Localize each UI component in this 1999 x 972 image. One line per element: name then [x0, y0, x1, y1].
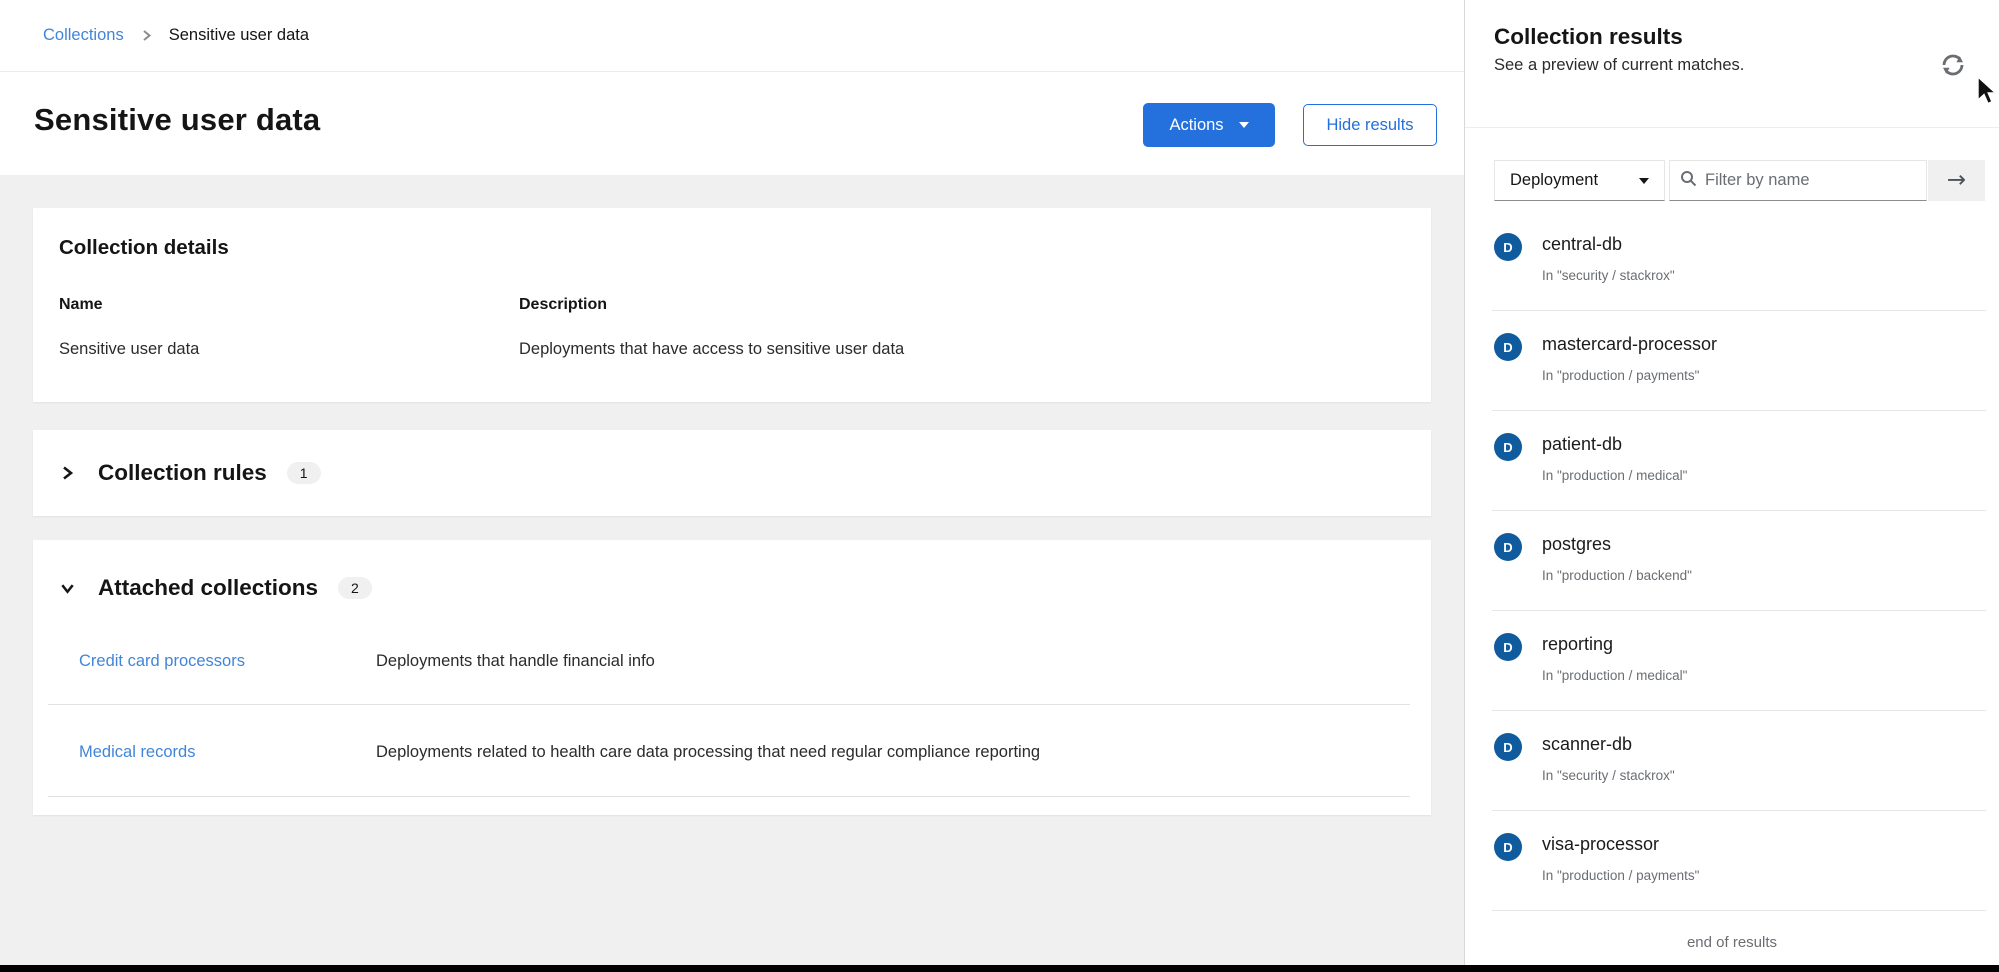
result-divider	[1492, 710, 1986, 711]
refresh-icon	[1940, 52, 1966, 81]
result-divider	[1492, 610, 1986, 611]
attached-collection-description: Deployments that handle financial info	[376, 652, 655, 671]
attached-collection-link[interactable]: Medical records	[79, 743, 195, 762]
entity-type-select[interactable]: Deployment	[1494, 160, 1665, 201]
collection-details-card: Collection details Name Description Sens…	[33, 208, 1431, 402]
deployment-icon: D	[1494, 633, 1522, 661]
result-divider	[1492, 410, 1986, 411]
result-location: In "security / stackrox"	[1542, 768, 1675, 783]
result-item: D scanner-db In "security / stackrox"	[1465, 720, 1999, 820]
result-item: D central-db In "security / stackrox"	[1465, 220, 1999, 320]
result-item: D mastercard-processor In "production / …	[1465, 320, 1999, 420]
collection-rules-card: Collection rules 1	[33, 430, 1431, 516]
deployment-icon: D	[1494, 333, 1522, 361]
page-content: Collection details Name Description Sens…	[0, 175, 1464, 972]
collection-rules-count-badge: 1	[287, 462, 321, 484]
result-item: D visa-processor In "production / paymen…	[1465, 820, 1999, 920]
result-divider	[1492, 510, 1986, 511]
attached-collections-toggle[interactable]: Attached collections 2	[59, 550, 372, 626]
row-divider	[48, 796, 1410, 797]
chevron-down-icon	[59, 580, 76, 597]
description-label: Description	[519, 296, 607, 314]
result-divider	[1492, 910, 1986, 911]
main-panel: Collections Sensitive user data Sensitiv…	[0, 0, 1464, 972]
result-name: central-db	[1542, 234, 1622, 255]
deployment-icon: D	[1494, 533, 1522, 561]
entity-type-value: Deployment	[1510, 171, 1598, 190]
attached-collection-link[interactable]: Credit card processors	[79, 652, 245, 671]
filter-by-name-input[interactable]	[1705, 171, 1916, 190]
row-divider	[48, 704, 1410, 705]
hide-results-button[interactable]: Hide results	[1303, 104, 1437, 146]
attached-collections-count-badge: 2	[338, 577, 372, 599]
page-title: Sensitive user data	[34, 102, 320, 138]
breadcrumb-link-collections[interactable]: Collections	[43, 26, 124, 45]
collection-results-panel: Collection results See a preview of curr…	[1464, 0, 1999, 972]
result-divider	[1492, 810, 1986, 811]
actions-button-label: Actions	[1169, 116, 1223, 135]
collection-rules-title: Collection rules	[98, 460, 267, 486]
result-name: scanner-db	[1542, 734, 1632, 755]
breadcrumb-separator-chevron-icon	[140, 28, 153, 43]
collection-results-title: Collection results	[1494, 24, 1683, 50]
result-name: postgres	[1542, 534, 1611, 555]
result-location: In "production / medical"	[1542, 668, 1687, 683]
result-name: reporting	[1542, 634, 1613, 655]
result-location: In "security / stackrox"	[1542, 268, 1675, 283]
app-window: Collections Sensitive user data Sensitiv…	[0, 0, 1999, 972]
hide-results-label: Hide results	[1326, 116, 1413, 135]
collection-rules-toggle[interactable]: Collection rules 1	[59, 430, 321, 516]
chevron-right-icon	[59, 464, 76, 482]
deployment-icon: D	[1494, 833, 1522, 861]
breadcrumb: Collections Sensitive user data	[0, 0, 1464, 72]
breadcrumb-current: Sensitive user data	[169, 26, 309, 45]
results-toolbar: Deployment →	[1494, 160, 1985, 201]
description-value: Deployments that have access to sensitiv…	[519, 340, 904, 359]
result-name: mastercard-processor	[1542, 334, 1717, 355]
deployment-icon: D	[1494, 733, 1522, 761]
name-value: Sensitive user data	[59, 340, 199, 359]
end-of-results-text: end of results	[1465, 934, 1999, 951]
result-divider	[1492, 310, 1986, 311]
caret-down-icon	[1639, 178, 1649, 184]
result-location: In "production / backend"	[1542, 568, 1692, 583]
result-item: D reporting In "production / medical"	[1465, 620, 1999, 720]
result-location: In "production / medical"	[1542, 468, 1687, 483]
sidebar-header-divider	[1465, 127, 1999, 128]
result-name: visa-processor	[1542, 834, 1659, 855]
attached-collections-title: Attached collections	[98, 575, 318, 601]
name-label: Name	[59, 296, 103, 314]
refresh-button[interactable]	[1937, 50, 1969, 82]
page-header: Sensitive user data Actions Hide results	[0, 73, 1464, 175]
collection-details-title: Collection details	[59, 236, 229, 260]
result-item: D postgres In "production / backend"	[1465, 520, 1999, 620]
actions-button[interactable]: Actions	[1143, 103, 1275, 147]
caret-down-icon	[1239, 122, 1249, 128]
search-icon	[1680, 170, 1697, 192]
apply-filter-button[interactable]: →	[1928, 160, 1985, 201]
arrow-right-icon: →	[1947, 169, 1966, 192]
bottom-screen-edge	[0, 965, 1999, 972]
result-location: In "production / payments"	[1542, 368, 1699, 383]
attached-collections-card: Attached collections 2 Credit card proce…	[33, 540, 1431, 815]
deployment-icon: D	[1494, 433, 1522, 461]
result-item: D patient-db In "production / medical"	[1465, 420, 1999, 520]
collection-results-subtitle: See a preview of current matches.	[1494, 56, 1744, 75]
result-name: patient-db	[1542, 434, 1622, 455]
attached-collection-description: Deployments related to health care data …	[376, 743, 1040, 762]
result-location: In "production / payments"	[1542, 868, 1699, 883]
filter-input-group	[1669, 160, 1927, 201]
deployment-icon: D	[1494, 233, 1522, 261]
